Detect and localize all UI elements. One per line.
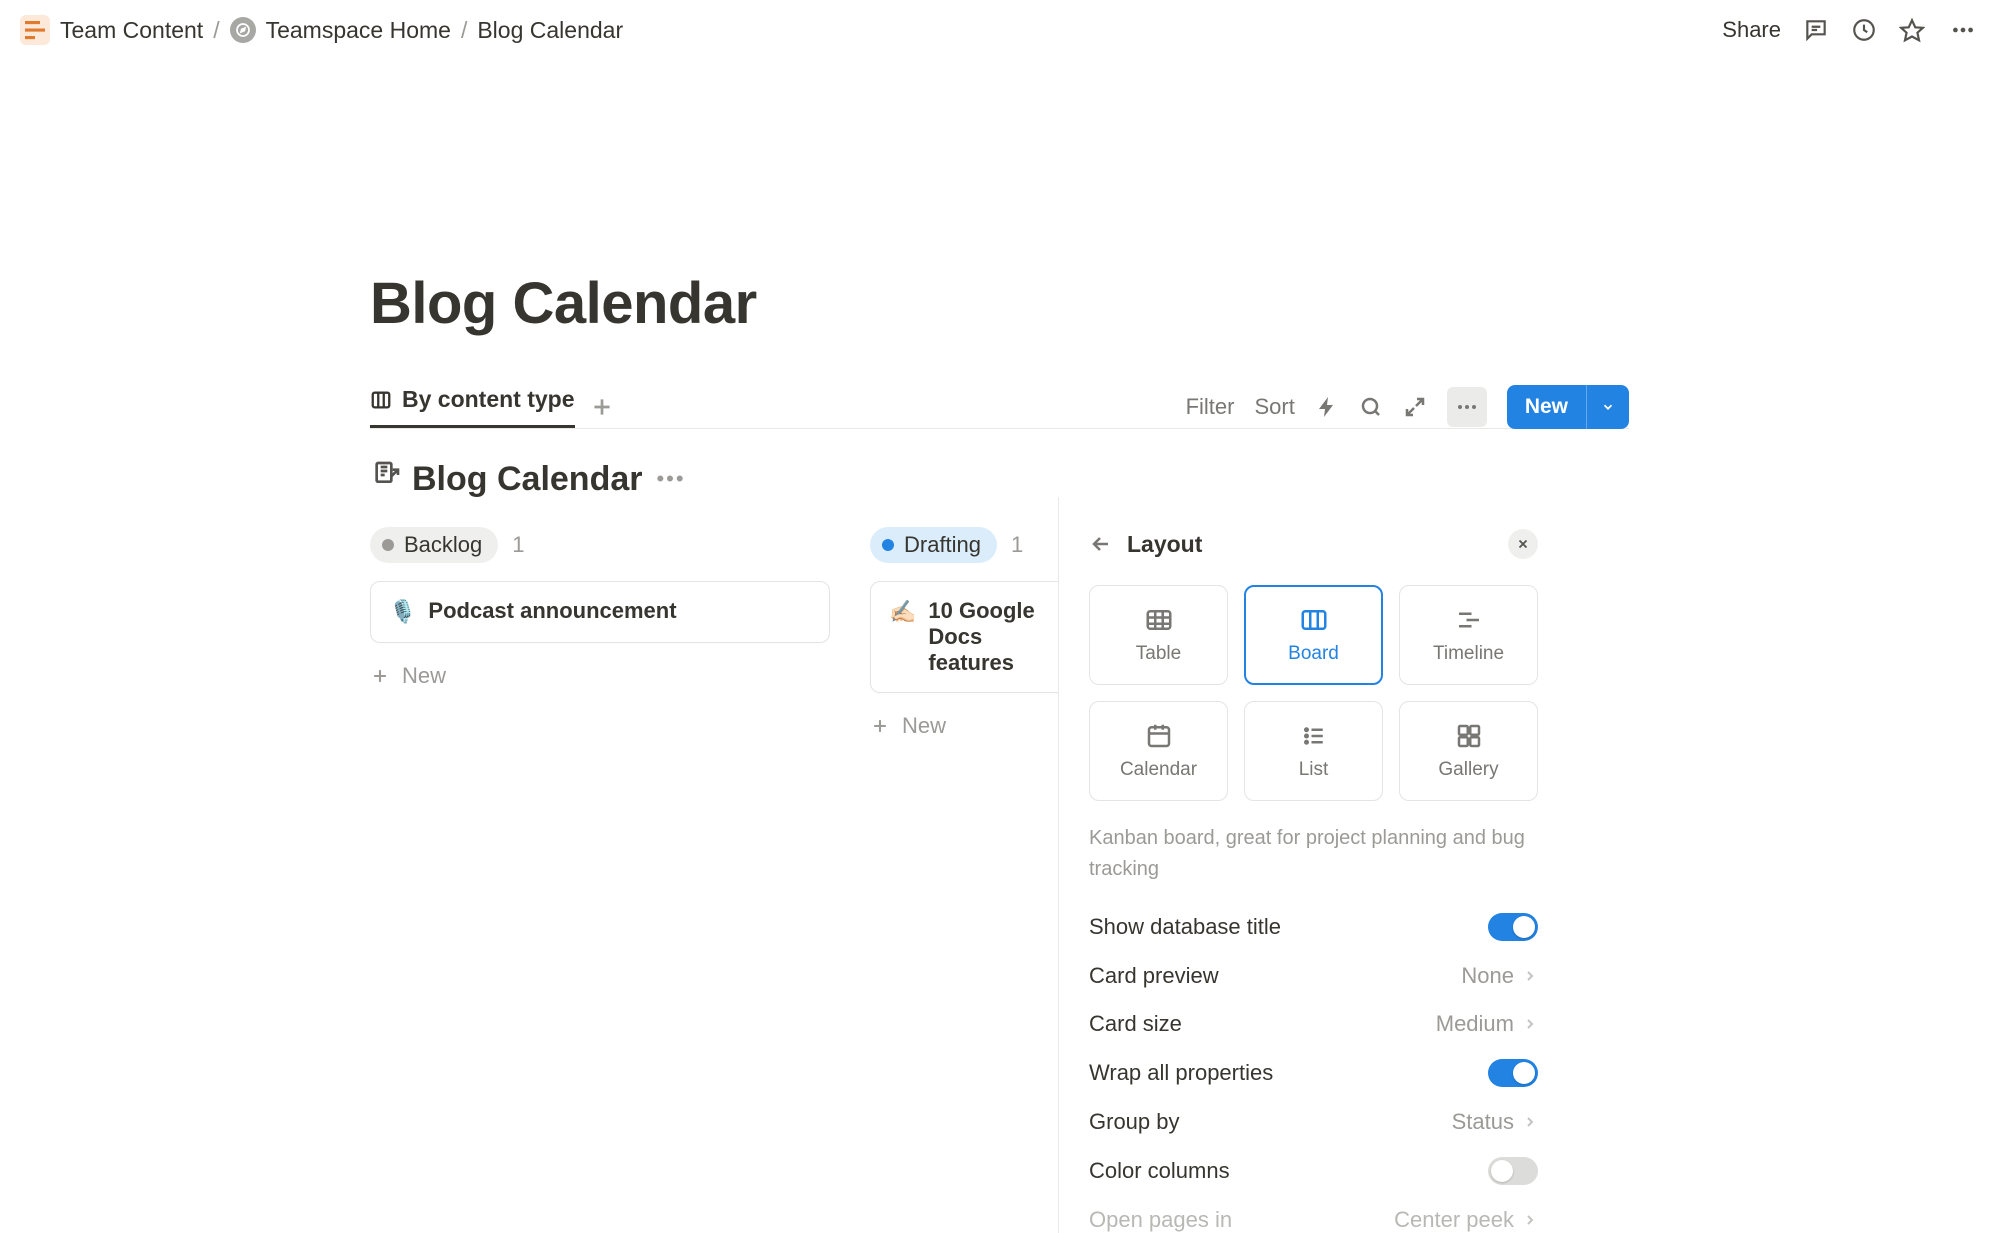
status-dot [382, 539, 394, 551]
close-icon[interactable] [1508, 529, 1538, 559]
automations-icon[interactable] [1315, 395, 1339, 419]
board-card[interactable]: ✍🏻 10 Google Docs features [870, 581, 1090, 693]
layout-option-label: List [1299, 759, 1329, 781]
status-dot [882, 539, 894, 551]
db-more-icon[interactable]: ••• [656, 466, 685, 492]
timeline-icon [1454, 605, 1484, 635]
setting-card-preview[interactable]: Card preview None [1089, 963, 1538, 989]
status-pill-backlog[interactable]: Backlog [370, 527, 498, 563]
setting-label: Color columns [1089, 1158, 1230, 1184]
layout-option-calendar[interactable]: Calendar [1089, 701, 1228, 801]
new-button-caret[interactable] [1586, 385, 1629, 429]
breadcrumb-separator: / [461, 17, 467, 44]
breadcrumb-separator: / [213, 17, 219, 44]
setting-wrap-properties: Wrap all properties [1089, 1059, 1538, 1087]
card-emoji: ✍🏻 [889, 598, 916, 626]
breadcrumb-item-1[interactable]: Team Content [60, 17, 203, 44]
toggle-show-db-title[interactable] [1488, 913, 1538, 941]
chevron-right-icon [1522, 968, 1538, 984]
layout-option-gallery[interactable]: Gallery [1399, 701, 1538, 801]
table-icon [1144, 605, 1174, 635]
compass-icon [230, 17, 256, 43]
breadcrumb-item-2[interactable]: Teamspace Home [266, 17, 451, 44]
expand-icon[interactable] [1403, 395, 1427, 419]
page-icon [20, 15, 50, 45]
setting-value: Medium [1436, 1011, 1514, 1037]
board-column-backlog: Backlog 1 🎙️ Podcast announcement New [370, 527, 830, 739]
db-title[interactable]: Blog Calendar [412, 460, 642, 499]
toggle-wrap-properties[interactable] [1488, 1059, 1538, 1087]
layout-option-timeline[interactable]: Timeline [1399, 585, 1538, 685]
toggle-color-columns[interactable] [1488, 1157, 1538, 1185]
chevron-right-icon [1522, 1212, 1538, 1228]
breadcrumb-item-3[interactable]: Blog Calendar [477, 17, 623, 44]
list-icon [1299, 721, 1329, 751]
calendar-icon [1144, 721, 1174, 751]
gallery-icon [1454, 721, 1484, 751]
setting-group-by[interactable]: Group by Status [1089, 1109, 1538, 1135]
layout-option-list[interactable]: List [1244, 701, 1383, 801]
layout-panel: Layout Table Board [1058, 497, 1538, 1233]
view-tab-label: By content type [402, 386, 575, 413]
layout-option-label: Table [1136, 643, 1181, 665]
board-icon [1299, 605, 1329, 635]
setting-value: Center peek [1394, 1207, 1514, 1233]
layout-option-label: Timeline [1433, 643, 1504, 665]
view-tab-by-content-type[interactable]: By content type [370, 386, 575, 428]
card-title: 10 Google Docs features [928, 598, 1071, 676]
add-card-button[interactable]: New [370, 663, 830, 689]
card-emoji: 🎙️ [389, 598, 416, 626]
add-card-label: New [402, 663, 446, 689]
setting-label: Show database title [1089, 914, 1281, 940]
setting-value: Status [1452, 1109, 1514, 1135]
card-title: Podcast announcement [428, 598, 676, 624]
share-button[interactable]: Share [1722, 17, 1781, 43]
setting-label: Group by [1089, 1109, 1180, 1135]
layout-option-label: Calendar [1120, 759, 1197, 781]
search-icon[interactable] [1359, 395, 1383, 419]
updates-icon[interactable] [1851, 17, 1877, 43]
new-button-label: New [1507, 395, 1586, 419]
column-count: 1 [512, 532, 524, 558]
comments-icon[interactable] [1803, 17, 1829, 43]
top-actions: Share [1722, 17, 1979, 43]
status-label: Drafting [904, 532, 981, 558]
status-label: Backlog [404, 532, 482, 558]
back-icon[interactable] [1089, 532, 1113, 556]
column-count: 1 [1011, 532, 1023, 558]
breadcrumb: Team Content / Teamspace Home / Blog Cal… [20, 15, 623, 45]
page-title: Blog Calendar [370, 270, 1629, 337]
add-view-button[interactable] [589, 394, 615, 420]
chevron-right-icon [1522, 1114, 1538, 1130]
layout-option-label: Gallery [1438, 759, 1498, 781]
layout-option-board[interactable]: Board [1244, 585, 1383, 685]
board-icon [370, 389, 392, 411]
panel-title: Layout [1127, 531, 1494, 558]
setting-card-size[interactable]: Card size Medium [1089, 1011, 1538, 1037]
add-card-label: New [902, 713, 946, 739]
setting-label: Open pages in [1089, 1207, 1232, 1233]
layout-option-label: Board [1288, 643, 1339, 665]
layout-option-table[interactable]: Table [1089, 585, 1228, 685]
setting-label: Wrap all properties [1089, 1060, 1273, 1086]
favorite-icon[interactable] [1899, 17, 1925, 43]
more-icon[interactable] [1947, 17, 1979, 43]
chevron-right-icon [1522, 1016, 1538, 1032]
setting-label: Card preview [1089, 963, 1219, 989]
filter-button[interactable]: Filter [1186, 394, 1235, 420]
setting-label: Card size [1089, 1011, 1182, 1037]
db-link-icon [370, 459, 402, 499]
status-pill-drafting[interactable]: Drafting [870, 527, 997, 563]
panel-description: Kanban board, great for project planning… [1089, 823, 1538, 885]
setting-value: None [1461, 963, 1514, 989]
setting-open-pages-in[interactable]: Open pages in Center peek [1089, 1207, 1538, 1233]
board: Backlog 1 🎙️ Podcast announcement New D [370, 527, 1629, 739]
sort-button[interactable]: Sort [1254, 394, 1294, 420]
new-button[interactable]: New [1507, 385, 1629, 429]
view-options-icon[interactable] [1447, 387, 1487, 427]
board-card[interactable]: 🎙️ Podcast announcement [370, 581, 830, 643]
setting-show-db-title: Show database title [1089, 913, 1538, 941]
setting-color-columns: Color columns [1089, 1157, 1538, 1185]
